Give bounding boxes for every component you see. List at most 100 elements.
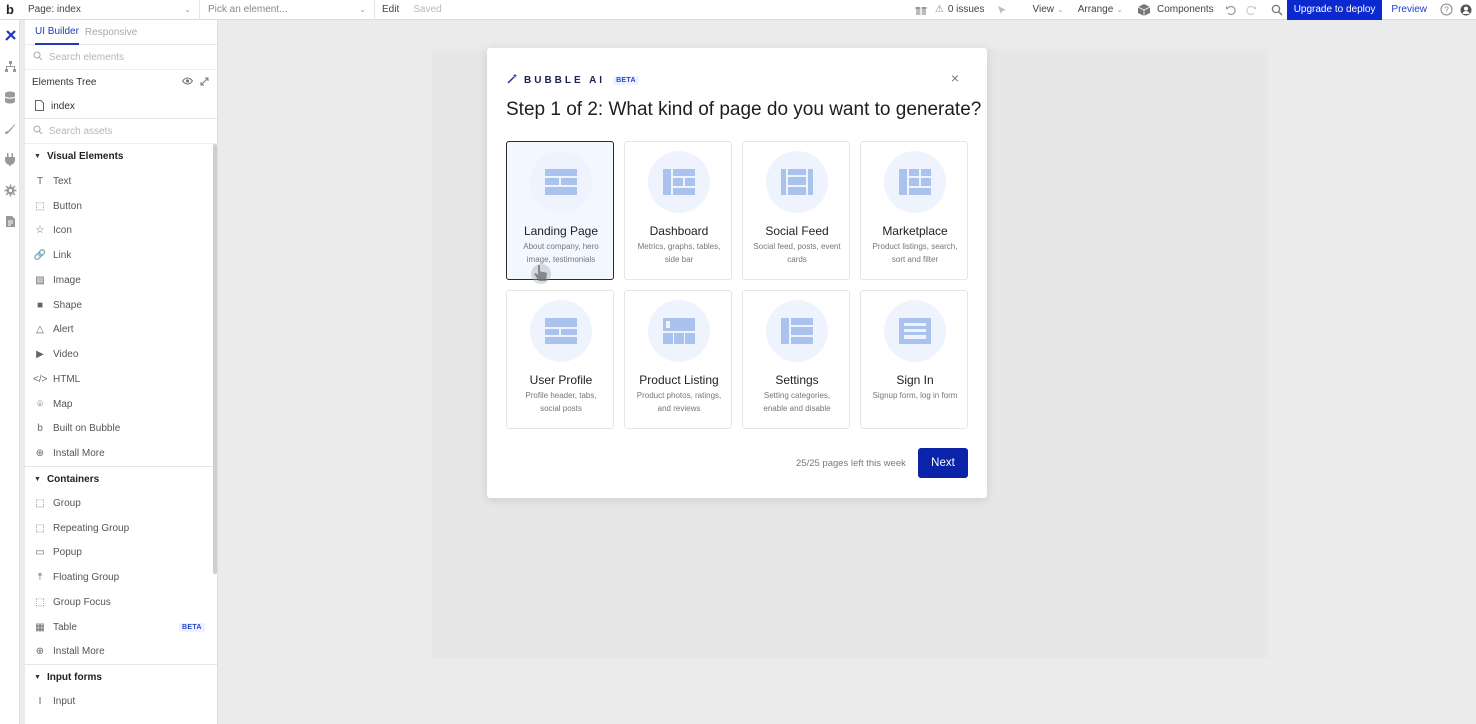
search-elements-input[interactable] — [49, 51, 199, 63]
shape-icon: ■ — [36, 299, 44, 311]
element-link[interactable]: 🔗 Link — [25, 243, 217, 268]
search-icon[interactable] — [1267, 0, 1287, 20]
section-containers[interactable]: ▼ Containers — [25, 466, 217, 491]
page-type-card-marketplace[interactable]: Marketplace Product listings, search, sor… — [860, 141, 968, 280]
preview-button[interactable]: Preview — [1382, 0, 1436, 20]
logs-tab-icon[interactable] — [0, 206, 20, 237]
page-type-card-settings[interactable]: Settings Setting categories, enable and d… — [742, 290, 850, 429]
search-assets-row — [25, 119, 217, 144]
tree-item-index[interactable]: index — [25, 95, 217, 119]
brand-name: BUBBLE AI — [524, 74, 606, 86]
redo-icon[interactable] — [1241, 0, 1261, 20]
bubble-logo[interactable]: b — [0, 0, 20, 20]
element-floating-group[interactable]: ⤒ Floating Group — [25, 565, 217, 590]
element-label: Input — [53, 696, 76, 708]
link-icon: 🔗 — [33, 250, 47, 262]
layout-illustration-icon — [766, 300, 828, 362]
section-visual-elements[interactable]: ▼ Visual Elements — [25, 144, 217, 169]
element-table[interactable]: ▦ Table BETA — [25, 615, 217, 640]
card-description: Setting categories, enable and disable — [763, 391, 831, 413]
element-button[interactable]: ⬚ Button — [25, 194, 217, 219]
layout-illustration-icon — [648, 300, 710, 362]
search-icon — [33, 125, 43, 138]
tree-item-label: index — [51, 101, 75, 112]
element-popup[interactable]: ▭ Popup — [25, 541, 217, 566]
edit-menu[interactable]: Edit — [375, 0, 406, 20]
install-more-icon: ⊕ — [35, 646, 45, 658]
element-group-focus[interactable]: ⬚ Group Focus — [25, 590, 217, 615]
search-assets-input[interactable] — [49, 125, 199, 137]
card-title: Social Feed — [765, 224, 829, 238]
section-input-forms[interactable]: ▼ Input forms — [25, 664, 217, 689]
view-menu[interactable]: View ⌄ — [1026, 0, 1071, 20]
element-group[interactable]: ⬚ Group — [25, 491, 217, 516]
components-button[interactable]: Components — [1130, 0, 1221, 20]
element-icon[interactable]: ☆ Icon — [25, 219, 217, 244]
next-button[interactable]: Next — [918, 448, 968, 478]
element-label: Install More — [53, 646, 105, 658]
warning-icon: ⚠ — [934, 4, 944, 15]
page-type-card-sign-in[interactable]: Sign In Signup form, log in form — [860, 290, 968, 429]
element-install-more[interactable]: ⊕ Install More — [25, 441, 217, 466]
arrange-menu[interactable]: Arrange ⌄ — [1071, 0, 1130, 20]
map-icon: ⌾ — [37, 398, 43, 410]
alert-icon: △ — [36, 324, 44, 336]
element-label: Link — [53, 250, 72, 262]
element-label: HTML — [53, 373, 81, 385]
eye-icon[interactable] — [181, 77, 194, 89]
saved-status: Saved — [413, 4, 442, 15]
page-type-card-social-feed[interactable]: Social Feed Social feed, posts, event car… — [742, 141, 850, 280]
page-type-card-product-listing[interactable]: Product Listing Product photos, ratings, … — [624, 290, 732, 429]
caret-down-icon: ▼ — [34, 153, 41, 160]
pointer-icon[interactable] — [992, 0, 1012, 20]
data-tab-icon[interactable] — [0, 82, 20, 113]
element-video[interactable]: ▶ Video — [25, 342, 217, 367]
element-alert[interactable]: △ Alert — [25, 318, 217, 343]
upgrade-to-deploy-button[interactable]: Upgrade to deploy — [1286, 0, 1383, 20]
gift-icon[interactable] — [911, 0, 931, 20]
html-icon: </> — [33, 373, 48, 385]
help-icon[interactable]: ? — [1436, 0, 1456, 20]
element-map[interactable]: ⌾ Map — [25, 392, 217, 417]
page-type-card-landing-page[interactable]: Landing Page About company, hero image, t… — [506, 141, 614, 280]
tab-responsive[interactable]: Responsive — [85, 20, 137, 45]
workflow-tab-icon[interactable] — [0, 51, 20, 82]
video-icon: ▶ — [36, 349, 44, 361]
element-input[interactable]: I Input — [25, 689, 217, 714]
element-label: Popup — [53, 547, 82, 559]
element-repeating-group[interactable]: ⬚ Repeating Group — [25, 516, 217, 541]
plugins-tab-icon[interactable] — [0, 144, 20, 175]
element-picker[interactable]: Pick an element... ⌄ — [200, 0, 375, 20]
settings-tab-icon[interactable] — [0, 175, 20, 206]
page-type-card-user-profile[interactable]: User Profile Profile header, tabs, social… — [506, 290, 614, 429]
layout-illustration-icon — [884, 151, 946, 213]
card-description: Metrics, graphs, tables, side bar — [637, 242, 721, 264]
page-select[interactable]: Page: index ⌄ — [20, 0, 200, 20]
expand-icon[interactable] — [200, 77, 209, 89]
design-tab-icon[interactable] — [0, 20, 20, 51]
view-label: View — [1032, 4, 1055, 15]
layout-illustration-icon — [648, 151, 710, 213]
element-label: Icon — [53, 225, 72, 237]
element-install-more[interactable]: ⊕ Install More — [25, 640, 217, 665]
image-icon: ▨ — [35, 274, 45, 286]
arrange-label: Arrange — [1077, 4, 1114, 15]
close-icon[interactable]: × — [949, 71, 961, 85]
element-html[interactable]: </> HTML — [25, 367, 217, 392]
element-image[interactable]: ▨ Image — [25, 268, 217, 293]
element-label: Floating Group — [53, 572, 120, 584]
element-label: Button — [53, 200, 82, 212]
styles-tab-icon[interactable] — [0, 113, 20, 144]
tab-ui-builder[interactable]: UI Builder — [35, 20, 79, 45]
card-description: Product photos, ratings, and reviews — [636, 391, 722, 413]
issues-indicator[interactable]: ⚠ 0 issues — [931, 0, 992, 20]
element-text[interactable]: T Text — [25, 169, 217, 194]
card-title: Landing Page — [523, 224, 599, 238]
element-built-on-bubble[interactable]: b Built on Bubble — [25, 417, 217, 442]
user-avatar-icon[interactable] — [1456, 0, 1476, 20]
page-type-card-dashboard[interactable]: Dashboard Metrics, graphs, tables, side b… — [624, 141, 732, 280]
element-label: Install More — [53, 448, 105, 460]
undo-icon[interactable] — [1221, 0, 1241, 20]
element-shape[interactable]: ■ Shape — [25, 293, 217, 318]
element-label: Alert — [53, 324, 74, 336]
